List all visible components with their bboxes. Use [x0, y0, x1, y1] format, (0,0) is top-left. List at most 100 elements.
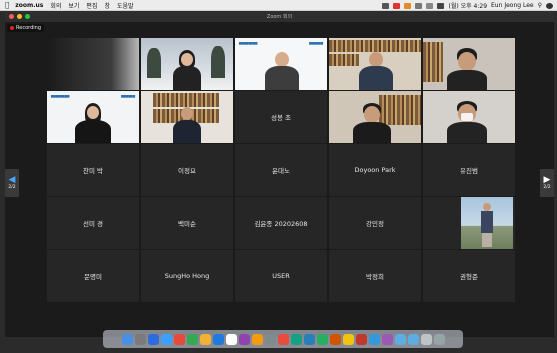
document-icon[interactable] — [420, 333, 432, 345]
folder-icon[interactable] — [394, 333, 406, 345]
participant-tile-video[interactable] — [141, 38, 233, 90]
participant-tile[interactable]: 김윤종 20202608 — [235, 197, 327, 249]
participant-tile[interactable]: 찬미 박 — [47, 144, 139, 196]
battery-icon[interactable] — [437, 2, 445, 9]
app-icon[interactable] — [355, 333, 367, 345]
menubar-user[interactable]: Eun Jeong Lee — [491, 2, 534, 9]
right-arrow-icon: ▶ — [543, 175, 551, 185]
participant-tile[interactable]: 윤대노 — [235, 144, 327, 196]
participant-tile[interactable]: 성봉 조 — [235, 91, 327, 143]
participant-name: 백미순 — [178, 220, 196, 228]
participant-tile-video[interactable] — [423, 38, 515, 90]
participant-tile-video[interactable]: ▆▆▆▆▆▆▆▆ ▆▆▆▆▆▆ — [47, 91, 139, 143]
apple-icon[interactable]:  — [5, 1, 9, 9]
participant-tile[interactable]: SungHo Hong — [141, 250, 233, 302]
tray-icon[interactable] — [415, 2, 423, 9]
macos-menubar:  zoom.us 회의 보기 편집 창 도움말 (월) 오후 4:29 Eun… — [0, 0, 557, 11]
app-icon[interactable] — [368, 333, 380, 345]
app-store-icon[interactable] — [160, 333, 172, 345]
app-icon[interactable] — [342, 333, 354, 345]
window-title: Zoom 회의 — [266, 14, 293, 20]
app-icon[interactable] — [290, 333, 302, 345]
safari-icon[interactable] — [212, 333, 224, 345]
settings-icon[interactable] — [264, 333, 276, 345]
search-icon[interactable]: ⚲ — [538, 2, 542, 9]
participant-tile[interactable]: 권형준 — [423, 250, 515, 302]
participant-tile[interactable]: USER — [235, 250, 327, 302]
app-icon[interactable] — [277, 333, 289, 345]
menu-help[interactable]: 도움말 — [117, 1, 134, 10]
participant-name: 이정요 — [178, 167, 196, 175]
menu-meeting[interactable]: 회의 — [50, 1, 61, 10]
menu-view[interactable]: 보기 — [68, 1, 79, 10]
participant-name: 유진범 — [460, 167, 478, 175]
participant-tile[interactable]: Doyoon Park — [329, 144, 421, 196]
participant-name: 박정희 — [366, 273, 384, 281]
participant-tile-video[interactable] — [141, 91, 233, 143]
participant-name: 찬미 박 — [82, 167, 103, 175]
window-titlebar: Zoom 회의 — [5, 11, 554, 22]
video-feed: ▆▆▆▆▆▆▆▆ ▆▆▆▆▆▆ — [47, 91, 139, 143]
notes-icon[interactable] — [199, 333, 211, 345]
recording-indicator[interactable]: Recording — [7, 24, 45, 32]
menu-window[interactable]: 창 — [104, 1, 110, 10]
participant-name: 성봉 조 — [270, 114, 291, 122]
menubar-clock[interactable]: (월) 오후 4:29 — [448, 1, 487, 10]
participant-tile-photo[interactable] — [423, 197, 515, 249]
tray-icon[interactable] — [393, 2, 401, 9]
excel-icon[interactable] — [316, 333, 328, 345]
music-icon[interactable] — [238, 333, 250, 345]
menu-edit[interactable]: 편집 — [86, 1, 97, 10]
video-feed — [141, 91, 233, 143]
minimize-window-button[interactable] — [17, 14, 22, 19]
zoom-icon[interactable] — [147, 333, 159, 345]
wifi-icon[interactable] — [426, 2, 434, 9]
left-arrow-icon: ◀ — [8, 175, 16, 185]
participant-tile-video[interactable]: ▆▆▆▆▆▆▆▆ ▆▆▆▆▆▆ — [235, 38, 327, 90]
participant-name: 문명미 — [84, 273, 102, 281]
participant-grid: ▆▆▆▆▆▆▆▆ ▆▆▆▆▆▆ ▆▆▆▆▆▆▆▆ ▆▆▆▆▆▆ 성봉 조 찬미 … — [47, 38, 515, 302]
folder-icon[interactable] — [407, 333, 419, 345]
tray-icon[interactable] — [382, 2, 390, 9]
menu-app-name[interactable]: zoom.us — [15, 2, 43, 9]
participant-name: SungHo Hong — [164, 272, 210, 280]
page-indicator-right: 2/2 — [543, 185, 551, 190]
page-indicator-left: 2/2 — [8, 185, 16, 190]
participant-tile-video[interactable] — [329, 91, 421, 143]
macos-dock — [103, 330, 463, 348]
trash-icon[interactable] — [433, 333, 445, 345]
participant-tile-video[interactable] — [47, 38, 139, 90]
video-feed — [329, 91, 421, 143]
participant-tile[interactable]: 유진범 — [423, 144, 515, 196]
participant-tile[interactable]: 강민정 — [329, 197, 421, 249]
participant-tile[interactable]: 박정희 — [329, 250, 421, 302]
video-feed — [329, 38, 421, 90]
word-icon[interactable] — [303, 333, 315, 345]
messages-icon[interactable] — [186, 333, 198, 345]
participant-tile-video[interactable] — [423, 91, 515, 143]
next-page-button[interactable]: ▶ 2/2 — [540, 169, 554, 197]
chrome-icon[interactable] — [173, 333, 185, 345]
launchpad-icon[interactable] — [134, 333, 146, 345]
finder-icon[interactable] — [121, 333, 133, 345]
video-feed — [423, 38, 515, 90]
app-icon[interactable] — [381, 333, 393, 345]
participant-tile[interactable]: 선미 경 — [47, 197, 139, 249]
previous-page-button[interactable]: ◀ 2/2 — [5, 169, 19, 197]
tray-icon[interactable] — [404, 2, 412, 9]
participant-name: 윤대노 — [272, 167, 290, 175]
participant-tile[interactable]: 이정요 — [141, 144, 233, 196]
close-window-button[interactable] — [9, 14, 14, 19]
zoom-window-button[interactable] — [25, 14, 30, 19]
participant-tile-video[interactable] — [329, 38, 421, 90]
participant-tile[interactable]: 문명미 — [47, 250, 139, 302]
participant-name: 강민정 — [366, 220, 384, 228]
photos-icon[interactable] — [251, 333, 263, 345]
participant-tile[interactable]: 백미순 — [141, 197, 233, 249]
control-center-icon[interactable] — [546, 2, 553, 9]
recording-label: Recording — [16, 25, 42, 31]
profile-photo — [461, 197, 513, 249]
participant-name: 선미 경 — [82, 220, 103, 228]
powerpoint-icon[interactable] — [329, 333, 341, 345]
calendar-icon[interactable] — [225, 333, 237, 345]
